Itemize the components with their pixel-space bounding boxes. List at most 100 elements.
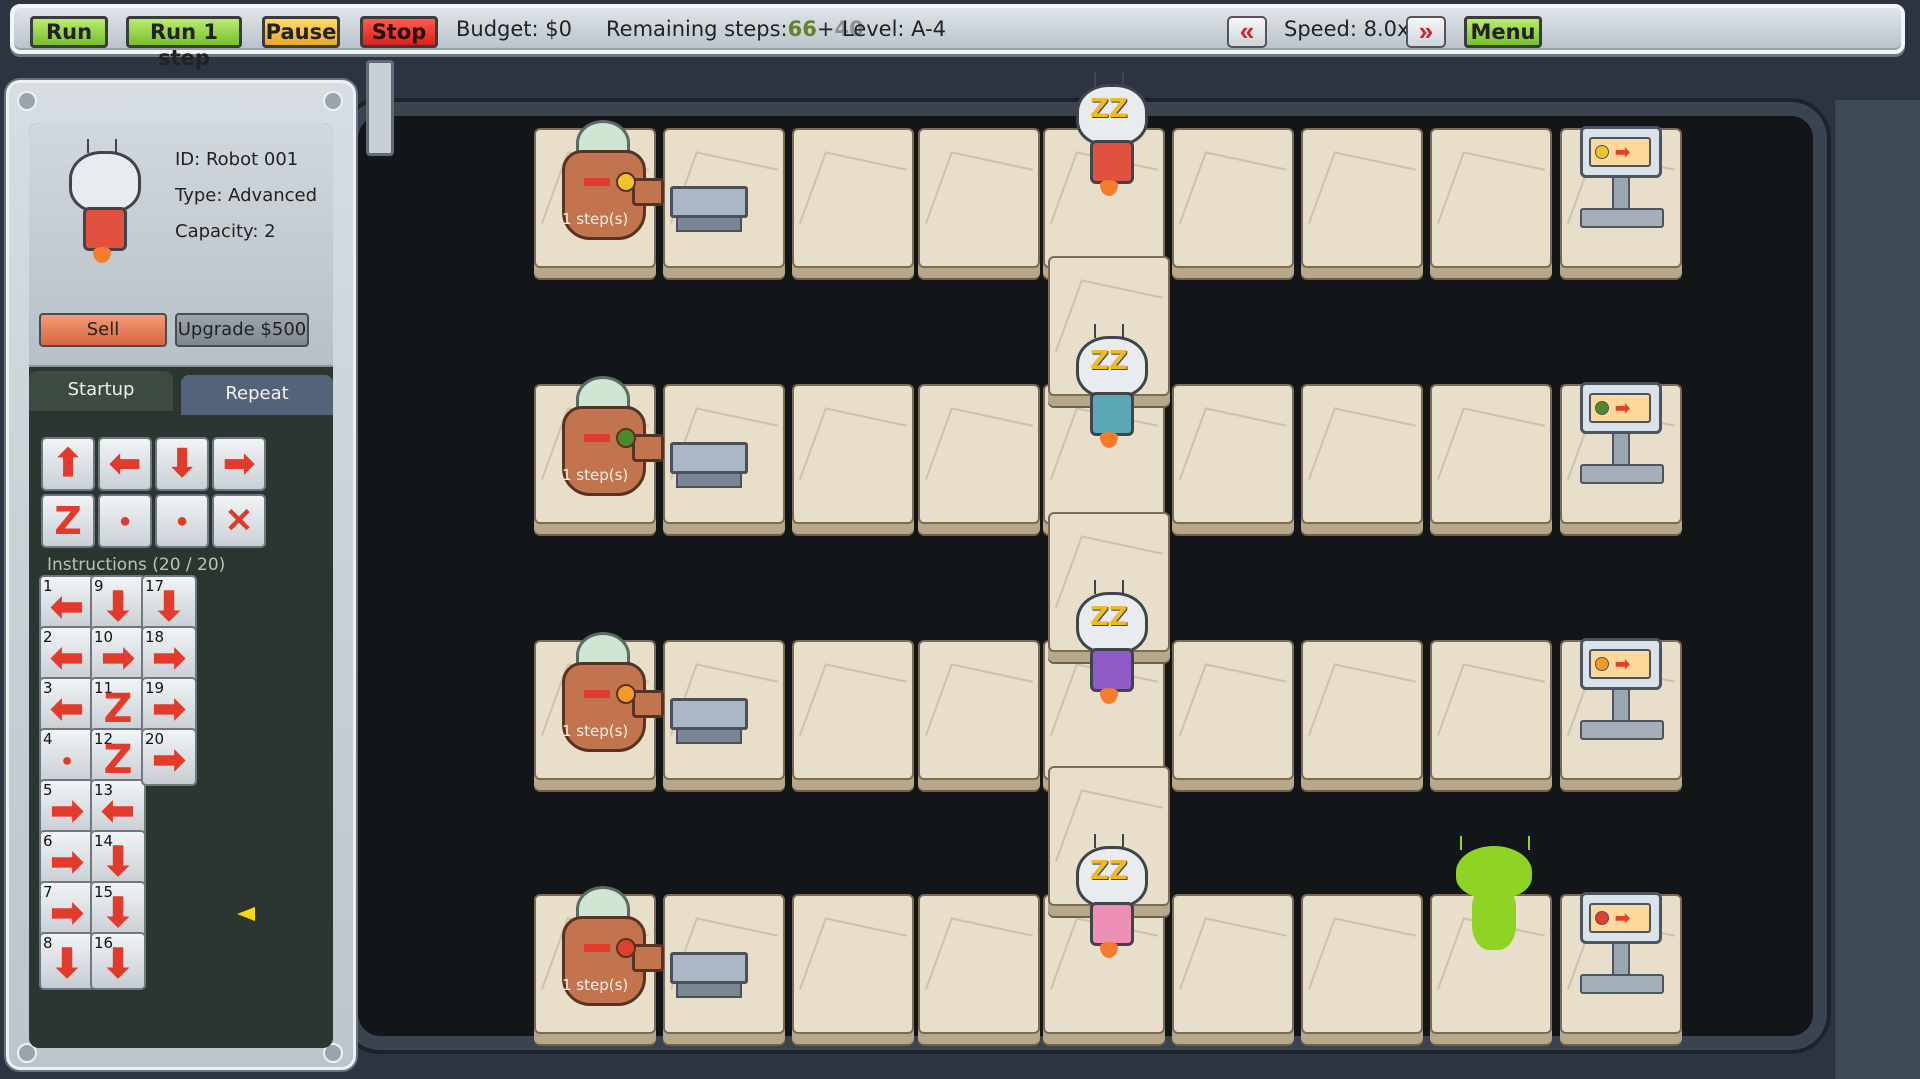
lemon-icon	[1595, 145, 1609, 159]
arrow-right-icon: ➡	[152, 738, 186, 782]
instruction-slot[interactable]: 2 ⬅	[39, 626, 95, 684]
delete-icon[interactable]: ✕	[212, 494, 266, 548]
emitter-nozzle	[632, 944, 664, 972]
current-step-pointer-icon	[237, 907, 255, 921]
robot-id: ID: Robot 001	[175, 149, 299, 170]
instruction-slot[interactable]: 8 ⬇	[39, 932, 95, 990]
arrow-right-icon: ➡	[1615, 142, 1631, 162]
tray-pan	[670, 186, 748, 218]
receiver-foot	[1580, 974, 1664, 994]
upgrade-button[interactable]: Upgrade $500	[175, 313, 309, 347]
instruction-slot[interactable]: 1 ⬅	[39, 575, 95, 633]
floor-tile	[792, 640, 914, 780]
robot-sprite[interactable]: ZZ	[1064, 580, 1154, 706]
robot-sprite[interactable]: ZZ	[1064, 72, 1154, 198]
arrow-down-icon: ⬇	[50, 942, 84, 986]
speed-increase-button[interactable]: »	[1406, 16, 1446, 48]
floor-tile	[1430, 384, 1552, 524]
watermelon-icon	[616, 428, 636, 448]
fruit-emitter: 1 step(s)	[548, 112, 664, 240]
instruction-slot[interactable]: 14 ⬇	[90, 830, 146, 888]
tab-startup[interactable]: Startup	[29, 371, 173, 411]
robot-torso	[1090, 648, 1134, 692]
instruction-slot[interactable]: 12 Z	[90, 728, 146, 786]
arrow-up-icon[interactable]: ⬆	[41, 437, 95, 491]
arrow-right-icon: ➡	[50, 840, 84, 884]
arrow-left-icon: ⬅	[50, 636, 84, 680]
floor-tile	[1172, 640, 1294, 780]
arrow-left-icon[interactable]: ⬅	[98, 437, 152, 491]
instruction-slot[interactable]: 20 ➡	[141, 728, 197, 786]
instruction-slot[interactable]: 13 ⬅	[90, 779, 146, 837]
grab-icon: ●	[61, 750, 73, 770]
sleep-icon: ZZ	[1090, 94, 1128, 124]
instruction-slot[interactable]: 19 ➡	[141, 677, 197, 735]
receiver-foot	[1580, 208, 1664, 228]
pause-button[interactable]: Pause	[262, 16, 340, 48]
receiver-pole	[1612, 942, 1630, 978]
instruction-slot[interactable]: 6 ➡	[39, 830, 95, 888]
apple-icon	[1595, 911, 1609, 925]
instruction-slot[interactable]: 18 ➡	[141, 626, 197, 684]
instruction-slot[interactable]: 5 ➡	[39, 779, 95, 837]
menu-button[interactable]: Menu	[1464, 16, 1542, 48]
arrow-down-icon: ⬇	[101, 585, 135, 629]
arrow-right-icon: ➡	[1615, 908, 1631, 928]
arrow-down-icon[interactable]: ⬇	[155, 437, 209, 491]
flame-icon	[1100, 180, 1118, 196]
floor-tile	[792, 128, 914, 268]
instruction-slot[interactable]: 11 Z	[90, 677, 146, 735]
floor-tile	[1172, 384, 1294, 524]
sleep-icon: ZZ	[1090, 346, 1128, 376]
arrow-right-icon: ➡	[101, 636, 135, 680]
panel-inner: ID: Robot 001 Type: Advanced Capacity: 2…	[29, 123, 333, 1048]
robot-torso	[1090, 140, 1134, 184]
sleep-icon[interactable]: Z	[41, 494, 95, 548]
receiver-pole	[1612, 432, 1630, 468]
robot-torso	[1090, 392, 1134, 436]
instruction-slot[interactable]: 3 ⬅	[39, 677, 95, 735]
flame-icon	[1100, 432, 1118, 448]
tab-repeat[interactable]: Repeat	[181, 375, 333, 415]
remaining-steps: Remaining steps:66+40	[606, 17, 864, 41]
robot-sprite[interactable]: ZZ	[1064, 324, 1154, 450]
receiver-screen: ➡	[1580, 892, 1662, 944]
floor-tile	[918, 640, 1040, 780]
floor-tile	[918, 894, 1040, 1034]
flame-icon	[1100, 942, 1118, 958]
receiver-foot	[1580, 464, 1664, 484]
speed-decrease-button[interactable]: «	[1227, 16, 1267, 48]
floor-tile	[792, 384, 914, 524]
grab-icon[interactable]: ●	[98, 494, 152, 548]
arrow-left-icon: ⬅	[101, 789, 135, 833]
run-one-step-button[interactable]: Run 1 step	[126, 16, 242, 70]
emitter-steps: 1 step(s)	[562, 466, 629, 484]
remaining-steps-label: Remaining steps:	[606, 17, 788, 41]
output-tray	[668, 184, 748, 236]
right-wall	[1835, 100, 1920, 1079]
speed-label: Speed: 8.0x	[1284, 17, 1410, 41]
instruction-slot[interactable]: 15 ⬇	[90, 881, 146, 939]
instruction-slot[interactable]: 9 ⬇	[90, 575, 146, 633]
run-button[interactable]: Run	[30, 16, 108, 48]
sell-button[interactable]: Sell	[39, 313, 167, 347]
arrow-right-icon[interactable]: ➡	[212, 437, 266, 491]
instruction-slot[interactable]: 7 ➡	[39, 881, 95, 939]
instruction-slot[interactable]: 10 ➡	[90, 626, 146, 684]
robot-capacity: Capacity: 2	[175, 221, 276, 242]
tray-pan	[670, 952, 748, 984]
instruction-slot[interactable]: 16 ⬇	[90, 932, 146, 990]
fruit-emitter: 1 step(s)	[548, 624, 664, 752]
drop-icon[interactable]: ●	[155, 494, 209, 548]
instruction-slot[interactable]: 17 ⬇	[141, 575, 197, 633]
flame-icon	[1100, 688, 1118, 704]
arrow-right-icon: ➡	[152, 636, 186, 680]
instruction-slot[interactable]: 4 ●	[39, 728, 95, 786]
emitter-nozzle	[632, 434, 664, 462]
arrow-right-icon: ➡	[152, 687, 186, 731]
arrow-right-icon: ➡	[1615, 398, 1631, 418]
tray-base	[676, 472, 742, 488]
receiver-pole	[1612, 688, 1630, 724]
stop-button[interactable]: Stop	[360, 16, 438, 48]
robot-sprite[interactable]: ZZ	[1064, 834, 1154, 960]
